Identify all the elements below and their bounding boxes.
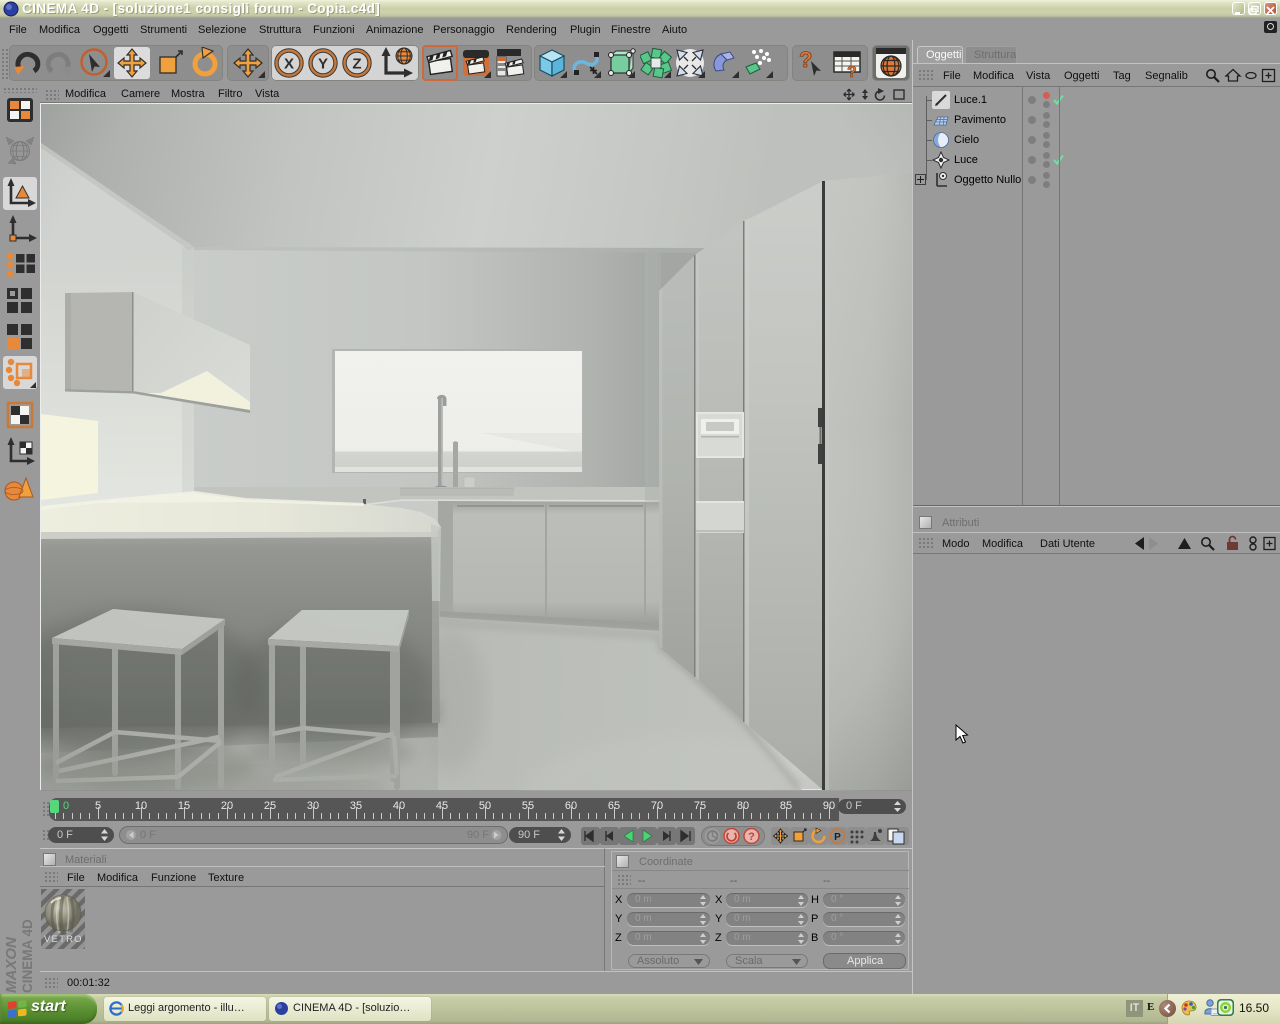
svg-text:VETRO: VETRO (44, 934, 83, 945)
svg-text:Y: Y (318, 56, 328, 73)
svg-text:?: ? (847, 64, 857, 79)
svg-text:X: X (284, 56, 294, 73)
svg-text:?: ? (799, 47, 812, 72)
svg-text:?: ? (748, 831, 755, 843)
svg-text:Z: Z (352, 56, 361, 73)
svg-text:MAXON: MAXON (3, 936, 20, 993)
svg-text:P: P (834, 832, 841, 843)
svg-text:CINEMA 4D: CINEMA 4D (20, 919, 35, 993)
